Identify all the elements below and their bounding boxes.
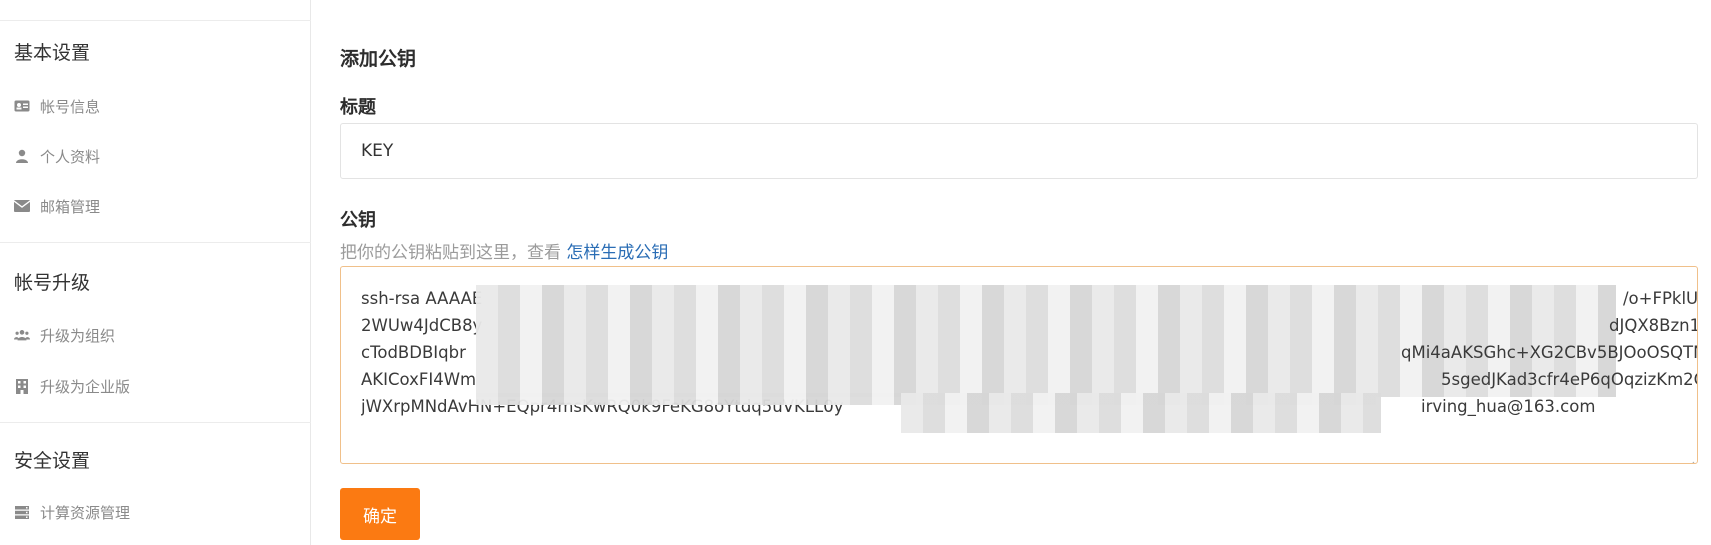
main-content: 添加公钥 标题 公钥 把你的公钥粘贴到这里，查看 怎样生成公钥 ssh-rsa … xyxy=(312,0,1711,545)
sidebar-item-email[interactable]: 邮箱管理 xyxy=(14,194,100,218)
public-key-hint: 把你的公钥粘贴到这里，查看 怎样生成公钥 xyxy=(340,238,668,263)
key-line-tail: dJQX8Bzn1Y2uZ9OxRkeo0xr5WXMTRhf9oUa xyxy=(1609,316,1697,335)
resize-grip-icon[interactable] xyxy=(1685,451,1695,463)
id-card-icon xyxy=(14,99,30,113)
sidebar-item-profile[interactable]: 个人资料 xyxy=(14,144,100,168)
sidebar: 基本设置 帐号信息 个人资料 邮箱管理 帐号升级 升级为组织 升级为企业版 安全… xyxy=(0,0,311,545)
section-title-security: 安全设置 xyxy=(14,450,91,472)
public-key-label: 公钥 xyxy=(340,210,376,231)
user-icon xyxy=(14,149,30,163)
sidebar-divider xyxy=(0,242,311,243)
sidebar-item-label: 升级为组织 xyxy=(40,326,116,345)
redaction-block xyxy=(901,393,1381,433)
section-title-basic: 基本设置 xyxy=(14,42,91,64)
users-icon xyxy=(14,328,30,342)
sidebar-item-label: 个人资料 xyxy=(40,147,101,166)
building-icon xyxy=(14,378,30,394)
server-icon xyxy=(14,505,30,519)
title-input[interactable] xyxy=(340,123,1698,179)
confirm-button[interactable]: 确定 xyxy=(340,488,420,540)
hint-text: 把你的公钥粘贴到这里，查看 xyxy=(340,243,561,263)
envelope-icon xyxy=(14,199,30,213)
key-line-tail: /o+FPklUhUZBQnw6gYkX6CXUGe0V6SL5rbx xyxy=(1623,289,1698,308)
how-to-generate-key-link[interactable]: 怎样生成公钥 xyxy=(566,243,668,263)
sidebar-item-label: 帐号信息 xyxy=(40,97,101,116)
key-line-tail: irving_hua@163.com xyxy=(1421,397,1596,416)
sidebar-divider xyxy=(0,422,311,423)
title-field-label: 标题 xyxy=(340,97,376,118)
sidebar-item-upgrade-enterprise[interactable]: 升级为企业版 xyxy=(14,374,130,398)
public-key-textarea[interactable]: ssh-rsa AAAAE 2WUw4JdCB8y cTodBDBIqbr AK… xyxy=(340,266,1698,464)
sidebar-top-divider xyxy=(0,20,311,21)
sidebar-item-account-info[interactable]: 帐号信息 xyxy=(14,94,100,118)
key-line-tail: 5sgedJKad3cfr4eP6qOqzizKm2QoRT9z4xv7fkIU… xyxy=(1441,370,1697,389)
sidebar-item-compute-resources[interactable]: 计算资源管理 xyxy=(14,500,130,524)
section-title-upgrade: 帐号升级 xyxy=(14,272,91,294)
key-line-tail: qMi4aAKSGhc+XG2CBv5BJOoOSQTNdSZZYQHt2zyQ… xyxy=(1401,343,1697,362)
sidebar-item-label: 升级为企业版 xyxy=(40,377,131,396)
page-title: 添加公钥 xyxy=(340,48,417,70)
sidebar-item-upgrade-org[interactable]: 升级为组织 xyxy=(14,323,115,347)
sidebar-item-label: 邮箱管理 xyxy=(40,197,101,216)
sidebar-item-label: 计算资源管理 xyxy=(40,503,131,522)
